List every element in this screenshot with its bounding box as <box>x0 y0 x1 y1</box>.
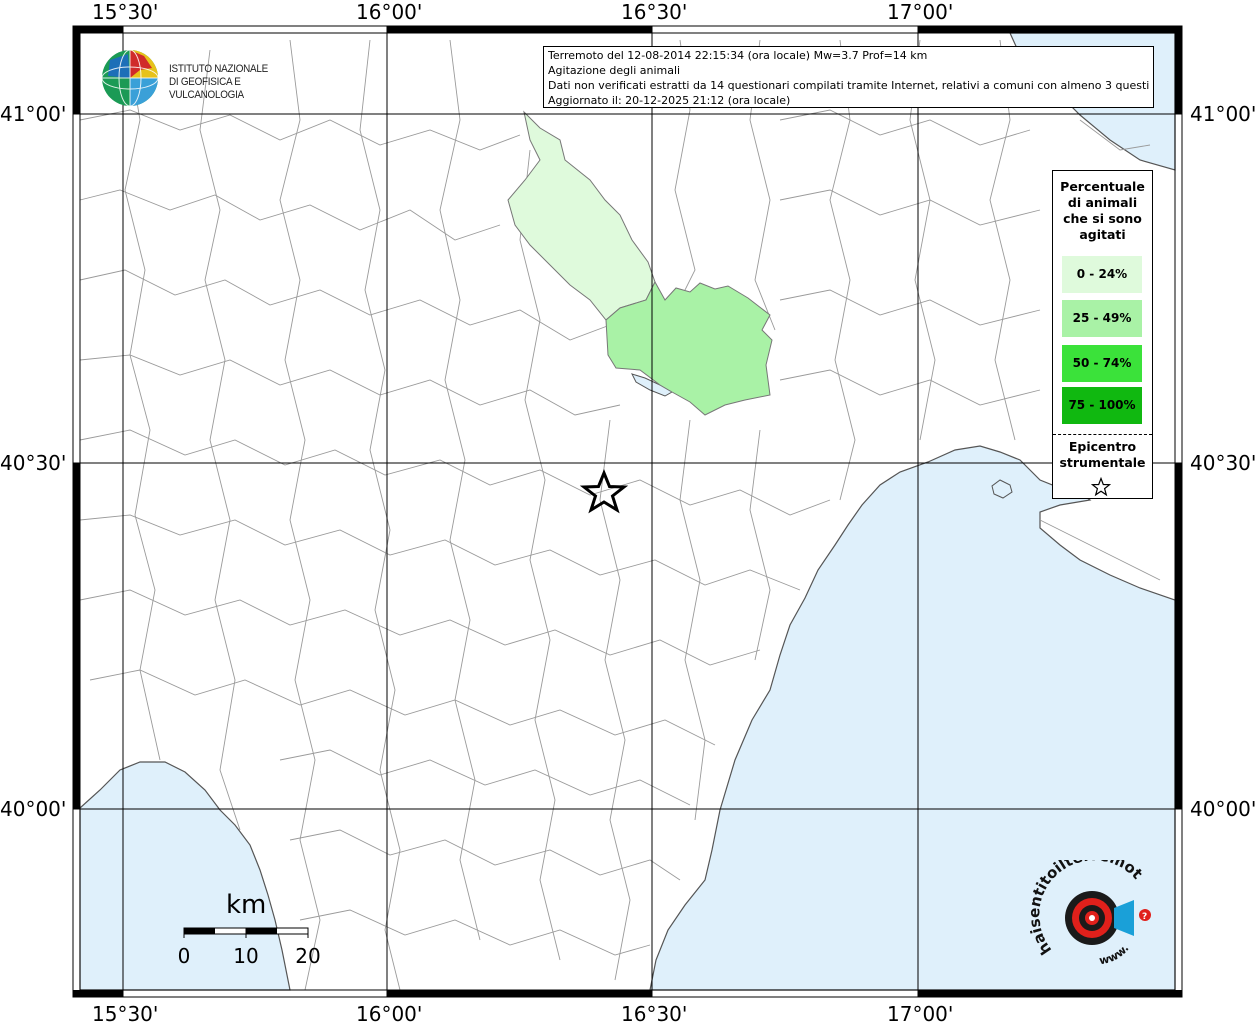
hai-sentito-emblem-icon: ? haisentitoilterremoto.it www. <box>1025 846 1151 967</box>
legend-title-line-4: agitati <box>1079 227 1126 242</box>
ingv-globe-icon <box>101 49 159 107</box>
lon-label-bottom-3: 16°30' <box>621 1002 688 1026</box>
map-subject: Agitazione degli animali <box>548 64 681 77</box>
lat-label-right-1: 41°00' <box>1190 102 1255 126</box>
lat-label-right-3: 40°00' <box>1190 797 1255 821</box>
logo-line-1: ISTITUTO NAZIONALE <box>169 63 268 75</box>
legend-title: Percentuale di animali che si sono agita… <box>1053 179 1152 243</box>
lon-label-bottom-2: 16°00' <box>356 1002 423 1026</box>
scale-unit: km <box>226 890 267 920</box>
updated-at: Aggiornato il: 20-12-2025 21:12 (ora loc… <box>548 94 791 107</box>
legend-title-line-2: di animali <box>1067 195 1138 210</box>
legend-epicenter-line-2: strumentale <box>1059 455 1146 470</box>
lat-label-right-2: 40°30' <box>1190 451 1255 475</box>
scale-tick-10: 10 <box>233 944 259 968</box>
lon-label-top-1: 15°30' <box>92 0 159 24</box>
legend-epicenter-line-1: Epicentro <box>1068 439 1137 454</box>
legend-class-50-74: 50 - 74% <box>1062 345 1142 382</box>
legend: Percentuale di animali che si sono agita… <box>1052 170 1153 499</box>
svg-text:www.: www. <box>1098 942 1131 967</box>
ingv-logo: ISTITUTO NAZIONALE DI GEOFISICA E VULCAN… <box>100 48 320 108</box>
data-disclaimer: Dati non verificati estratti da 14 quest… <box>548 79 1149 92</box>
legend-class-0-24: 0 - 24% <box>1062 256 1142 293</box>
logo-line-2: DI GEOFISICA E VULCANOLOGIA <box>169 76 244 101</box>
scale-bar: km 0 10 20 <box>170 890 340 970</box>
lon-label-bottom-1: 15°30' <box>92 1002 159 1026</box>
legend-title-line-3: che si sono <box>1063 211 1142 226</box>
event-title: Terremoto del 12-08-2014 22:15:34 (ora l… <box>548 49 928 62</box>
legend-class-75-100: 75 - 100% <box>1062 387 1142 424</box>
lat-label-left-3: 40°00' <box>0 797 67 821</box>
event-info-box: Terremoto del 12-08-2014 22:15:34 (ora l… <box>543 46 1154 108</box>
svg-text:?: ? <box>1142 912 1147 922</box>
legend-divider <box>1053 434 1152 435</box>
hai-sentito-logo: ? haisentitoilterremoto.it www. <box>1025 846 1160 980</box>
lon-label-top-4: 17°00' <box>887 0 954 24</box>
legend-epicenter-title: Epicentro strumentale <box>1053 439 1152 471</box>
scale-tick-0: 0 <box>177 944 191 968</box>
legend-title-line-1: Percentuale <box>1060 179 1145 194</box>
lon-label-top-3: 16°30' <box>621 0 688 24</box>
scale-bar-graphic <box>183 927 309 938</box>
lat-label-left-2: 40°30' <box>0 451 67 475</box>
scale-tick-20: 20 <box>295 944 321 968</box>
lon-label-top-2: 16°00' <box>356 0 423 24</box>
hai-sentito-www: www. <box>1098 942 1131 967</box>
legend-class-25-49: 25 - 49% <box>1062 300 1142 337</box>
legend-star-icon <box>1091 477 1111 497</box>
lon-label-bottom-4: 17°00' <box>887 1002 954 1026</box>
lat-label-left-1: 41°00' <box>0 102 67 126</box>
